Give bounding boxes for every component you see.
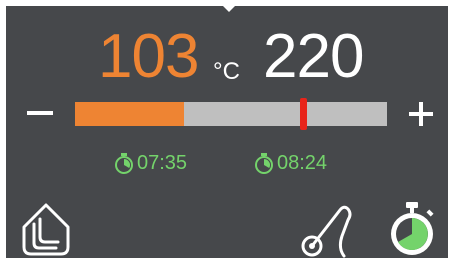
meat-probe-icon[interactable] <box>296 200 356 258</box>
target-marker[interactable] <box>300 98 307 130</box>
temperature-bar[interactable] <box>75 98 387 130</box>
timer-icon <box>115 153 133 174</box>
timer-1[interactable]: 07:35 <box>113 152 187 174</box>
program-icon[interactable] <box>18 202 74 258</box>
stopwatch-icon[interactable] <box>384 200 440 258</box>
decrease-temperature-button[interactable] <box>21 98 59 128</box>
oven-control-panel: 103 °C 220 07:35 08:24 <box>6 6 448 258</box>
temperature-progress-fill <box>75 102 184 126</box>
timer-2-value: 08:24 <box>277 152 328 174</box>
temperature-unit: °C <box>213 58 240 85</box>
top-indicator-arrow <box>223 6 235 12</box>
timer-1-value: 07:35 <box>137 152 188 174</box>
current-temperature: 103 <box>98 22 199 91</box>
timer-icon <box>255 153 273 174</box>
timer-2[interactable]: 08:24 <box>253 152 327 174</box>
target-temperature[interactable]: 220 <box>263 26 364 88</box>
increase-temperature-button[interactable] <box>404 98 440 130</box>
